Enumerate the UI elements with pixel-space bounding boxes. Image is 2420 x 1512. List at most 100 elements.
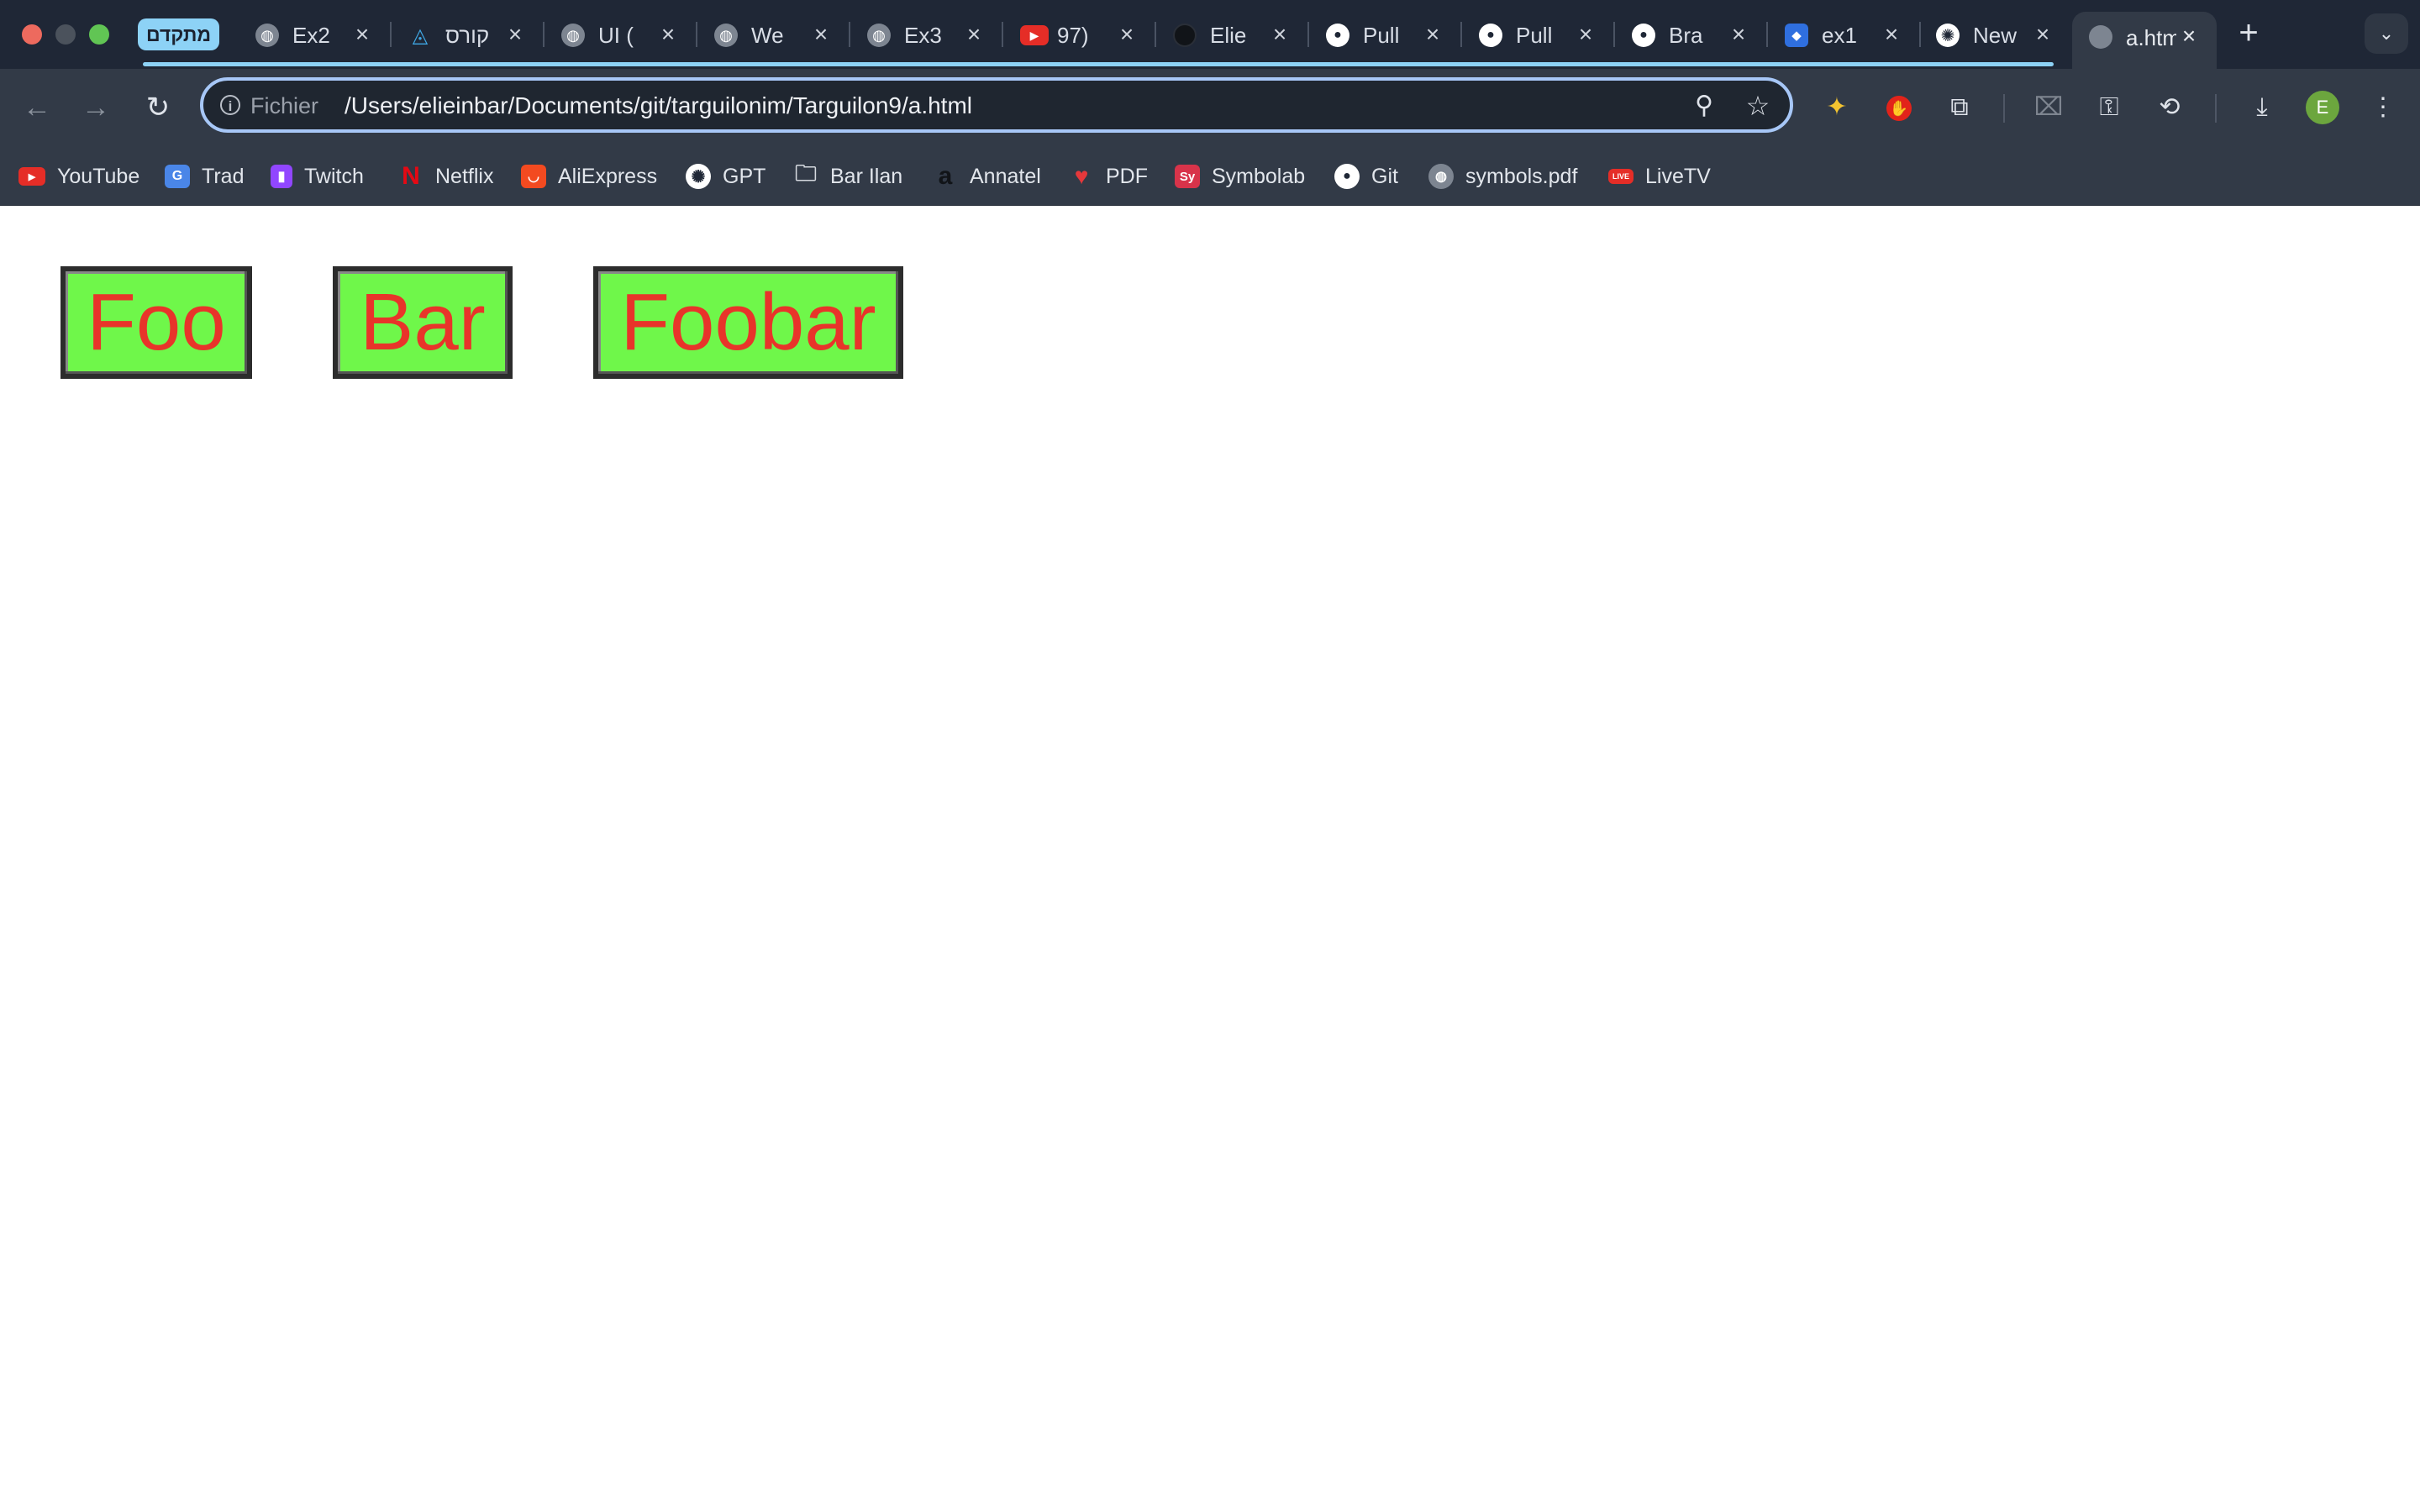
youtube-icon: ▶ xyxy=(18,167,45,186)
tab-separator xyxy=(1919,22,1921,47)
tab[interactable]: ● Pull × xyxy=(1326,8,1476,62)
tab-separator xyxy=(696,22,697,47)
tab-title: a.html xyxy=(2126,25,2176,50)
symbolab-icon: Sy xyxy=(1175,165,1200,188)
bookmark-folder-bar-ilan[interactable]: 🗀 Bar Ilan xyxy=(793,160,902,193)
tab[interactable]: ✺ New × xyxy=(1936,8,2086,62)
close-icon[interactable]: × xyxy=(501,20,529,49)
tab[interactable]: ● Bra × xyxy=(1632,8,1781,62)
window-minimize-button[interactable] xyxy=(55,24,76,45)
netflix-icon: N xyxy=(402,162,420,190)
aliexpress-icon: ◡ xyxy=(521,165,546,188)
close-icon[interactable]: × xyxy=(2175,22,2203,50)
window-maximize-button[interactable] xyxy=(89,24,109,45)
tab-separator xyxy=(390,22,392,47)
bookmark-trad[interactable]: G Trad xyxy=(165,160,244,193)
github-icon: ● xyxy=(1326,24,1349,47)
tab-separator xyxy=(1613,22,1615,47)
close-icon[interactable]: × xyxy=(1113,20,1141,49)
tab[interactable]: ◍ We × xyxy=(714,8,864,62)
livetv-icon: LIVE xyxy=(1608,169,1634,184)
toolbar-separator xyxy=(2215,94,2217,123)
extension-cat-icon[interactable]: ✦ xyxy=(1818,89,1855,126)
close-icon[interactable]: × xyxy=(1571,20,1600,49)
bookmark-aliexpress[interactable]: ◡ AliExpress xyxy=(521,160,657,193)
tab[interactable]: ◆ ex1 × xyxy=(1785,8,1934,62)
bookmark-pdf[interactable]: ♥ PDF xyxy=(1069,160,1148,193)
bookmark-twitch[interactable]: ▮ Twitch xyxy=(271,160,364,193)
tab[interactable]: ▶ 97) × xyxy=(1020,8,1170,62)
tab[interactable]: ◍ Ex3 × xyxy=(867,8,1017,62)
bookmark-symbols-pdf[interactable]: ◍ symbols.pdf xyxy=(1428,160,1577,193)
bookmark-git[interactable]: ● Git xyxy=(1334,160,1398,193)
tab[interactable]: ◍ Ex2 × xyxy=(255,8,405,62)
tab-active[interactable]: a.html × xyxy=(2072,12,2217,69)
youtube-icon: ▶ xyxy=(1020,25,1049,45)
bookmark-livetv[interactable]: LIVE LiveTV xyxy=(1608,160,1711,193)
globe-icon: ◍ xyxy=(561,24,585,47)
foo-button[interactable]: Foo xyxy=(60,266,252,379)
bookmark-label: Annatel xyxy=(970,164,1041,188)
tab-search-button[interactable]: ⌄ xyxy=(2365,13,2408,54)
bookmarks-bar: ▶ YouTube G Trad ▮ Twitch N Netflix ◡ Al… xyxy=(0,146,2420,206)
bookmark-annatel[interactable]: a Annatel xyxy=(933,160,1041,193)
reload-button[interactable]: ↻ xyxy=(138,87,178,128)
back-button[interactable]: ← xyxy=(17,87,57,128)
zoom-icon[interactable]: ⚲ xyxy=(1687,89,1721,123)
menu-kebab-icon[interactable]: ⋮ xyxy=(2365,89,2402,126)
twitch-icon: ▮ xyxy=(271,165,292,188)
tab[interactable]: ◬ קורס × xyxy=(408,8,558,62)
github-icon: ● xyxy=(1479,24,1502,47)
bookmark-gpt[interactable]: ✺ GPT xyxy=(686,160,765,193)
close-icon[interactable]: × xyxy=(654,20,682,49)
github-icon: ● xyxy=(1632,24,1655,47)
tab[interactable]: Elie × xyxy=(1173,8,1323,62)
new-tab-button[interactable]: + xyxy=(2232,16,2265,50)
translate-icon: G xyxy=(165,165,190,188)
address-bar[interactable]: i Fichier /Users/elieinbar/Documents/git… xyxy=(200,77,1793,133)
extensions-puzzle-icon[interactable]: ⧉ xyxy=(1941,89,1978,126)
close-icon[interactable]: × xyxy=(2028,20,2057,49)
github-icon xyxy=(1173,24,1197,47)
tab-group-label[interactable]: מתקדם xyxy=(138,18,220,50)
tab-group-underline xyxy=(143,62,2054,66)
close-icon[interactable]: × xyxy=(1418,20,1447,49)
globe-icon: ◍ xyxy=(255,24,279,47)
pdf-heart-icon: ♥ xyxy=(1074,163,1089,189)
password-key-icon[interactable]: ⚿ xyxy=(2091,89,2128,126)
bar-button[interactable]: Bar xyxy=(333,266,513,379)
close-icon[interactable]: × xyxy=(1877,20,1906,49)
window-close-button[interactable] xyxy=(22,24,42,45)
history-icon[interactable]: ⟲ xyxy=(2151,89,2188,126)
download-icon[interactable]: ⤓ xyxy=(2244,89,2281,126)
bookmark-youtube[interactable]: ▶ YouTube xyxy=(18,160,139,193)
translate-icon[interactable]: ⌧ xyxy=(2030,89,2067,126)
toolbar-separator xyxy=(2003,94,2005,123)
tab-separator xyxy=(543,22,544,47)
folder-icon: 🗀 xyxy=(794,160,817,186)
close-icon[interactable]: × xyxy=(1265,20,1294,49)
bookmark-label: Git xyxy=(1371,164,1398,188)
globe-icon: ◍ xyxy=(714,24,738,47)
adblock-icon[interactable]: ✋ xyxy=(1881,89,1918,126)
bookmark-label: YouTube xyxy=(57,164,140,188)
bookmark-label: LiveTV xyxy=(1645,164,1711,188)
github-icon: ● xyxy=(1334,164,1360,189)
bookmark-label: Bar Ilan xyxy=(830,164,903,188)
bookmark-netflix[interactable]: N Netflix xyxy=(398,160,493,193)
tab[interactable]: ◍ UI ( × xyxy=(561,8,711,62)
tab[interactable]: ● Pull × xyxy=(1479,8,1628,62)
foobar-button[interactable]: Foobar xyxy=(593,266,903,379)
close-icon[interactable]: × xyxy=(348,20,376,49)
close-icon[interactable]: × xyxy=(1724,20,1753,49)
toolbar: ← → ↻ i Fichier /Users/elieinbar/Documen… xyxy=(0,69,2420,146)
close-icon[interactable]: × xyxy=(807,20,835,49)
close-icon[interactable]: × xyxy=(960,20,988,49)
forward-button[interactable]: → xyxy=(76,87,116,128)
info-icon[interactable]: i xyxy=(220,95,240,115)
profile-avatar[interactable]: E xyxy=(2306,91,2339,124)
bookmark-symbolab[interactable]: Sy Symbolab xyxy=(1175,160,1305,193)
bookmark-label: GPT xyxy=(723,164,766,188)
url-text[interactable]: /Users/elieinbar/Documents/git/targuilon… xyxy=(345,92,972,119)
bookmark-star-icon[interactable]: ☆ xyxy=(1741,89,1775,123)
